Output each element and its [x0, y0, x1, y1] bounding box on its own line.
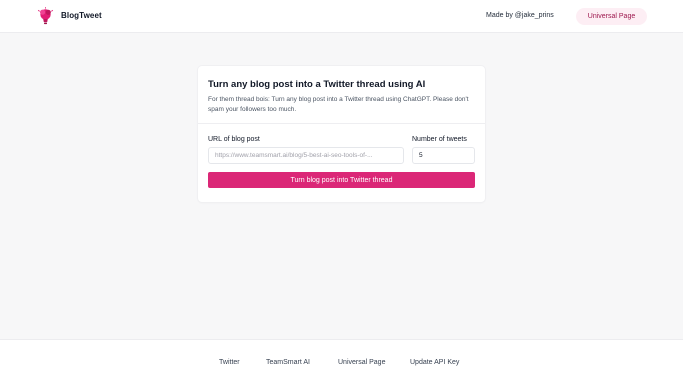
blog-url-input[interactable]: [208, 147, 404, 164]
form-title: Turn any blog post into a Twitter thread…: [208, 79, 426, 90]
top-navbar: BlogTweet Made by @jake_prins Universal …: [0, 0, 683, 33]
footer-link-update-api-key[interactable]: Update API Key: [410, 359, 459, 366]
tweets-count-input[interactable]: [412, 147, 475, 164]
brand-name[interactable]: BlogTweet: [61, 11, 102, 20]
footer-link-twitter[interactable]: Twitter: [219, 359, 240, 366]
made-by-text[interactable]: Made by @jake_prins: [486, 12, 554, 19]
convert-button[interactable]: Turn blog post into Twitter thread: [208, 172, 475, 188]
brain-lightbulb-icon[interactable]: [37, 7, 54, 25]
universal-page-button[interactable]: Universal Page: [576, 8, 647, 25]
url-label: URL of blog post: [208, 136, 260, 143]
footer-link-teamsmart[interactable]: TeamSmart AI: [266, 359, 310, 366]
card-divider: [198, 123, 485, 124]
thread-form-card: Turn any blog post into a Twitter thread…: [198, 66, 485, 202]
tweets-count-label: Number of tweets: [412, 136, 467, 143]
form-description: For them thread bois: Turn any blog post…: [208, 96, 469, 113]
footer: Twitter TeamSmart AI Universal Page Upda…: [0, 339, 683, 384]
footer-link-universal-page[interactable]: Universal Page: [338, 359, 385, 366]
